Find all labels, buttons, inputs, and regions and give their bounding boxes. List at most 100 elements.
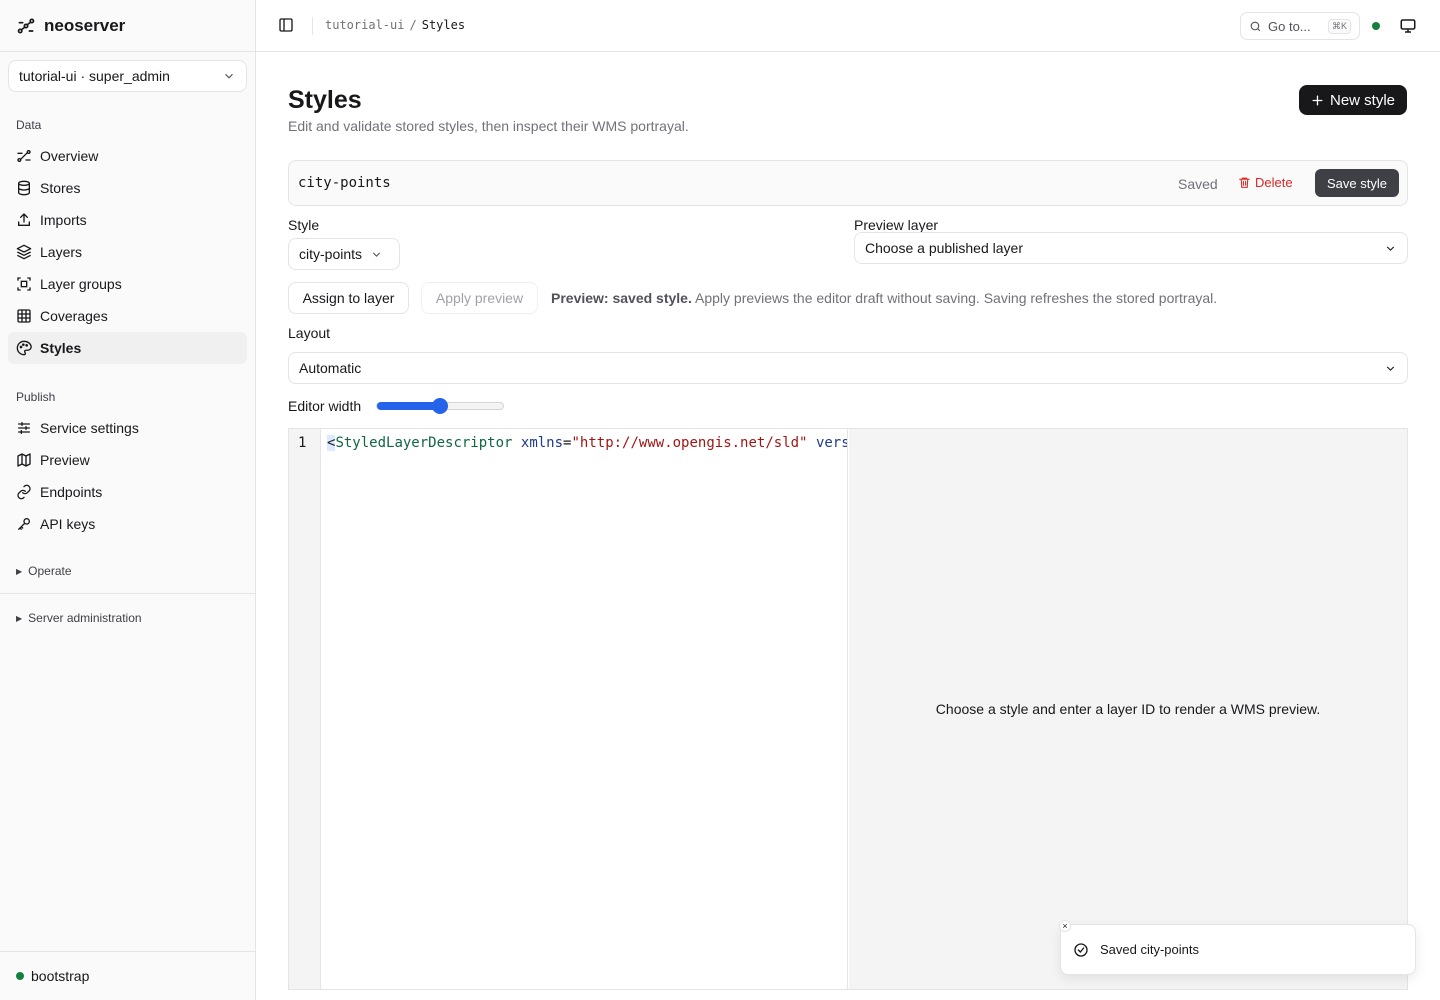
page-subtitle: Edit and validate stored styles, then in… — [288, 118, 689, 134]
sidebar-item-label: Preview — [40, 452, 90, 468]
toast-message: Saved city-points — [1100, 942, 1199, 957]
sidebar-item-label: Coverages — [40, 308, 108, 324]
goto-label: Go to... — [1268, 18, 1311, 34]
preview-layer-label: Preview layer — [854, 217, 939, 233]
topbar-separator — [312, 17, 313, 35]
apply-preview-button[interactable]: Apply preview — [421, 282, 538, 314]
save-style-button[interactable]: Save style — [1315, 169, 1399, 197]
breadcrumb: tutorial-ui / Styles — [325, 18, 465, 32]
palette-icon — [16, 340, 32, 356]
new-style-label: New style — [1329, 91, 1396, 109]
sidebar-divider — [0, 593, 255, 594]
chevron-down-icon — [1386, 365, 1395, 371]
caret-right-icon: ▶ — [16, 613, 23, 623]
server-admin-label: Server administration — [28, 611, 142, 625]
sidebar-item-label: Layers — [40, 244, 83, 260]
link-icon — [17, 484, 31, 500]
layers-icon — [16, 244, 32, 260]
trash-icon — [1239, 177, 1250, 188]
slider-thumb[interactable] — [432, 398, 448, 414]
editor-width-label: Editor width — [288, 398, 362, 414]
breadcrumb-parent[interactable]: tutorial-ui — [325, 18, 404, 32]
sidebar-item-label: Endpoints — [40, 484, 103, 500]
editor-and-preview: 1 <StyledLayerDescriptor xmlns="http://w… — [288, 428, 1408, 990]
caret-right-icon: ▶ — [16, 566, 23, 576]
key-icon — [18, 518, 30, 530]
sidebar-item-layers[interactable]: Layers — [8, 236, 247, 268]
style-name[interactable]: city-points — [298, 175, 391, 191]
toast-notification: × Saved city-points — [1059, 920, 1416, 975]
workspace-switcher[interactable]: tutorial-ui · super_admin — [8, 60, 247, 92]
layout-select[interactable]: Automatic — [288, 352, 1408, 384]
connection-status-dot — [1372, 22, 1380, 30]
code-attr: vers — [815, 435, 848, 451]
section-label-data: Data — [16, 118, 42, 132]
plus-icon — [1312, 94, 1323, 106]
slider-fill — [377, 402, 440, 410]
sidebar-item-label: Styles — [40, 340, 82, 356]
layer-groups-icon — [17, 277, 31, 291]
chevron-down-icon — [225, 73, 233, 79]
sidebar-item-api-keys[interactable]: API keys — [8, 508, 247, 540]
sidebar-item-stores[interactable]: Stores — [8, 172, 247, 204]
sidebar-item-label: API keys — [40, 516, 96, 532]
section-label-publish: Publish — [16, 390, 56, 404]
style-select-value: city-points — [299, 246, 363, 262]
sidebar-item-imports[interactable]: Imports — [8, 204, 247, 236]
sidebar-item-layer-groups[interactable]: Layer groups — [8, 268, 247, 300]
assign-to-layer-button[interactable]: Assign to layer — [288, 282, 409, 314]
app-name: neoserver — [44, 15, 126, 35]
sidebar-item-label: Overview — [40, 148, 99, 164]
wms-preview-pane: Choose a style and enter a layer ID to r… — [849, 429, 1407, 989]
sidebar-item-endpoints[interactable]: Endpoints — [8, 476, 247, 508]
preview-note-status: Preview: saved style. — [551, 290, 692, 306]
chevron-down-icon — [1386, 245, 1395, 251]
goto-shortcut: ⌘K — [1327, 18, 1351, 34]
delete-label: Delete — [1255, 175, 1293, 190]
check-circle-icon — [1074, 942, 1088, 957]
map-icon — [17, 453, 31, 467]
sidebar-item-overview[interactable]: Overview — [8, 140, 247, 172]
line-number: 1 — [298, 435, 307, 451]
code-tag: StyledLayerDescriptor — [335, 435, 513, 451]
sidebar-toggle-icon[interactable] — [278, 17, 294, 33]
code-attr: xmlns — [520, 435, 564, 451]
preview-layer-select[interactable]: Choose a published layer — [854, 232, 1408, 264]
toast-close-button[interactable]: × — [1059, 920, 1071, 932]
preview-layer-value: Choose a published layer — [865, 240, 1023, 256]
sidebar-item-label: Imports — [40, 212, 87, 228]
database-icon — [18, 180, 30, 196]
preview-note-text: Apply previews the editor draft without … — [691, 290, 1218, 306]
sidebar-divider — [0, 951, 255, 952]
operate-toggle[interactable]: ▶ Operate — [16, 564, 72, 578]
page-title: Styles — [288, 86, 362, 114]
grid-icon — [17, 309, 31, 323]
code-line: <StyledLayerDescriptor xmlns="http://www… — [327, 435, 848, 451]
topbar: tutorial-ui / Styles Go to... ⌘K — [256, 0, 1440, 52]
logo-icon — [17, 18, 35, 33]
style-name-bar: city-points Saved Delete Save style — [288, 160, 1408, 206]
goto-button[interactable]: Go to... ⌘K — [1240, 12, 1360, 40]
server-admin-toggle[interactable]: ▶ Server administration — [16, 611, 142, 625]
sliders-icon — [18, 422, 30, 434]
data-nav: Overview Stores Imports Layers Layer gro… — [8, 140, 247, 364]
new-style-button[interactable]: New style — [1299, 85, 1407, 115]
line-gutter: 1 — [289, 429, 321, 989]
delete-button[interactable]: Delete — [1238, 175, 1293, 190]
sidebar-item-service-settings[interactable]: Service settings — [8, 412, 247, 444]
workspace-switcher-value: tutorial-ui · super_admin — [19, 68, 170, 84]
sidebar-item-preview[interactable]: Preview — [8, 444, 247, 476]
layout-label: Layout — [288, 325, 331, 341]
style-select[interactable]: city-points — [288, 238, 400, 270]
sidebar-item-coverages[interactable]: Coverages — [8, 300, 247, 332]
search-icon — [1250, 21, 1261, 31]
editor-width-slider[interactable] — [376, 398, 504, 414]
monitor-icon[interactable] — [1399, 17, 1417, 35]
sidebar-item-styles[interactable]: Styles — [8, 332, 247, 364]
overview-icon — [17, 150, 31, 162]
brand[interactable]: neoserver — [0, 0, 255, 52]
code-editor[interactable]: <StyledLayerDescriptor xmlns="http://www… — [321, 429, 848, 989]
sidebar-item-label: Stores — [40, 180, 81, 196]
preview-message: Choose a style and enter a layer ID to r… — [935, 701, 1321, 717]
save-status: Saved — [1178, 176, 1218, 192]
